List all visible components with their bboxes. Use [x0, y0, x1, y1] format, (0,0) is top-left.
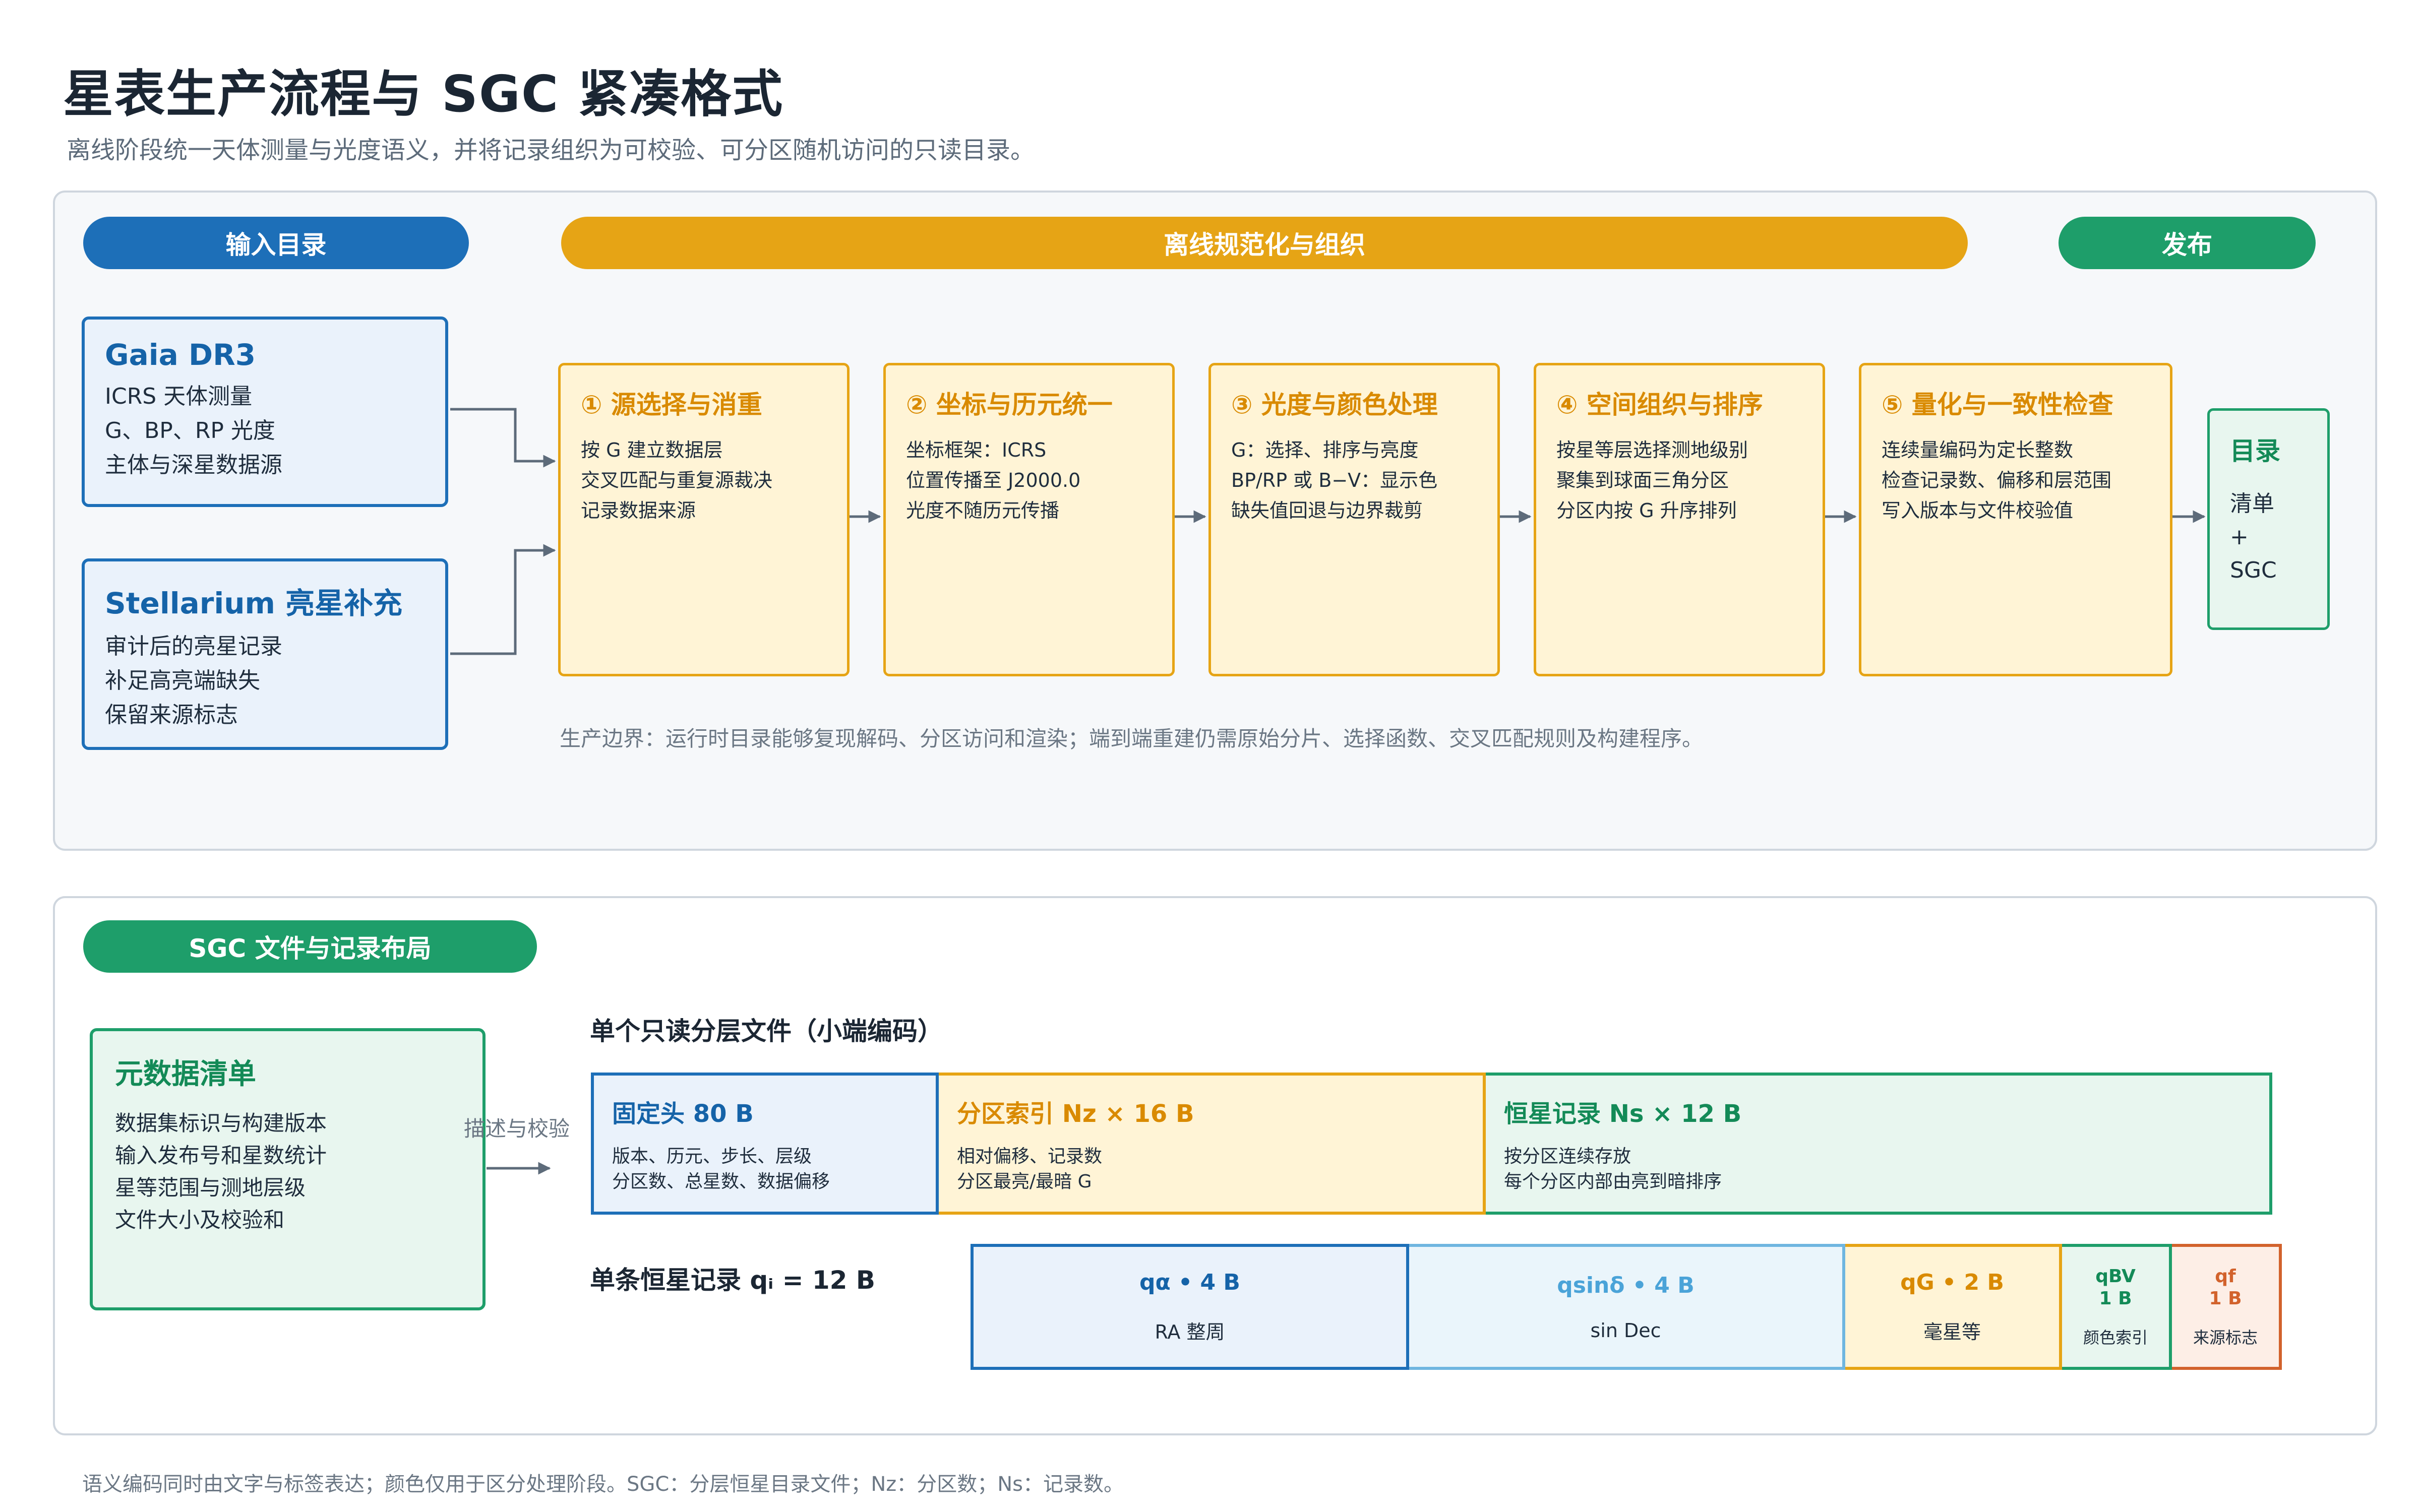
step-title: ② 坐标与历元统一 [906, 390, 1113, 419]
record-heading: 单条恒星记录 qᵢ = 12 B [590, 1266, 875, 1295]
output-line: 清单 [2230, 491, 2274, 517]
output-catalog: 目录 清单 + SGC [2207, 408, 2330, 630]
page-title: 星表生产流程与 SGC 紧凑格式 [63, 65, 784, 123]
footnote: 语义编码同时由文字与标签表达；颜色仅用于区分处理阶段。SGC：分层恒星目录文件；… [82, 1473, 1124, 1496]
field-q-g: qG • 2 B 毫星等 [1845, 1244, 2062, 1370]
segment-line: 版本、历元、步长、层级 [612, 1146, 812, 1167]
step-line: 记录数据来源 [581, 499, 696, 522]
step-quantization-check: ⑤ 量化与一致性检查 连续量编码为定长整数 检查记录数、偏移和层范围 写入版本与… [1859, 363, 2172, 676]
step-line: 检查记录数、偏移和层范围 [1882, 469, 2112, 491]
output-title: 目录 [2230, 436, 2280, 466]
field-q-bv: qBV 1 B 颜色索引 [2062, 1244, 2172, 1370]
field-title: qα • 4 B [1139, 1270, 1240, 1295]
stage-input-label: 输入目录 [83, 217, 469, 269]
segment-title: 固定头 80 B [612, 1100, 754, 1128]
source-title: Stellarium 亮星补充 [105, 586, 403, 620]
metadata-line: 文件大小及校验和 [115, 1208, 285, 1232]
output-line: + [2230, 524, 2249, 550]
step-coordinate-epoch: ② 坐标与历元统一 坐标框架：ICRS 位置传播至 J2000.0 光度不随历元… [883, 363, 1175, 676]
source-line: 保留来源标志 [105, 702, 238, 728]
source-line: 补足高亮端缺失 [105, 668, 260, 694]
field-title: qf 1 B [2209, 1266, 2242, 1309]
step-photometry-color: ③ 光度与颜色处理 G：选择、排序与亮度 BP/RP 或 B−V：显示色 缺失值… [1208, 363, 1500, 676]
segment-zone-index: 分区索引 Nz × 16 B 相对偏移、记录数 分区最亮/最暗 G [939, 1073, 1486, 1215]
step-line: 缺失值回退与边界裁剪 [1231, 499, 1423, 522]
segment-line: 分区最亮/最暗 G [957, 1171, 1092, 1192]
step-line: 连续量编码为定长整数 [1882, 439, 2074, 461]
segment-title: 分区索引 Nz × 16 B [957, 1100, 1194, 1128]
metadata-title: 元数据清单 [115, 1058, 256, 1091]
field-q-flag: qf 1 B 来源标志 [2172, 1244, 2282, 1370]
stage-offline-label: 离线规范化与组织 [561, 217, 1968, 269]
source-line: 审计后的亮星记录 [105, 634, 282, 659]
field-desc: 毫星等 [1923, 1321, 1981, 1343]
production-boundary-note: 生产边界：运行时目录能够复现解码、分区访问和渲染；端到端重建仍需原始分片、选择函… [560, 726, 1704, 751]
step-line: 写入版本与文件校验值 [1882, 499, 2074, 522]
segment-title: 恒星记录 Ns × 12 B [1504, 1100, 1742, 1128]
source-stellarium: Stellarium 亮星补充 审计后的亮星记录 补足高亮端缺失 保留来源标志 [82, 558, 448, 750]
segment-line: 每个分区内部由亮到暗排序 [1504, 1171, 1722, 1192]
step-title: ③ 光度与颜色处理 [1231, 390, 1438, 419]
output-line: SGC [2230, 557, 2277, 583]
step-line: G：选择、排序与亮度 [1231, 439, 1419, 461]
metadata-line: 输入发布号和星数统计 [115, 1143, 327, 1168]
field-title: qG • 2 B [1900, 1270, 2004, 1295]
step-line: 交叉匹配与重复源裁决 [581, 469, 773, 491]
step-title: ④ 空间组织与排序 [1556, 390, 1763, 419]
segment-star-records: 恒星记录 Ns × 12 B 按分区连续存放 每个分区内部由亮到暗排序 [1486, 1073, 2272, 1215]
field-q-sin-delta: qsinδ • 4 B sin Dec [1409, 1244, 1845, 1370]
field-desc: 颜色索引 [2083, 1328, 2148, 1347]
source-title: Gaia DR3 [105, 338, 256, 372]
step-spatial-organization: ④ 空间组织与排序 按星等层选择测地级别 聚集到球面三角分区 分区内按 G 升序… [1534, 363, 1825, 676]
stage-publish-label: 发布 [2059, 217, 2316, 269]
metadata-manifest: 元数据清单 数据集标识与构建版本 输入发布号和星数统计 星等范围与测地层级 文件… [90, 1028, 486, 1310]
step-line: BP/RP 或 B−V：显示色 [1231, 469, 1438, 491]
field-desc: RA 整周 [1155, 1321, 1225, 1343]
layout-section-label: SGC 文件与记录布局 [83, 920, 537, 973]
page-subtitle: 离线阶段统一天体测量与光度语义，并将记录组织为可校验、可分区随机访问的只读目录。 [67, 136, 1035, 164]
source-line: ICRS 天体测量 [105, 384, 253, 409]
step-line: 按星等层选择测地级别 [1556, 439, 1748, 461]
step-title: ⑤ 量化与一致性检查 [1882, 390, 2113, 419]
step-line: 按 G 建立数据层 [581, 439, 723, 461]
field-desc: 来源标志 [2193, 1328, 2258, 1347]
segment-fixed-header: 固定头 80 B 版本、历元、步长、层级 分区数、总星数、数据偏移 [591, 1073, 939, 1215]
metadata-line: 数据集标识与构建版本 [115, 1111, 327, 1136]
source-gaia: Gaia DR3 ICRS 天体测量 G、BP、RP 光度 主体与深星数据源 [82, 317, 448, 507]
segment-line: 按分区连续存放 [1504, 1146, 1631, 1167]
step-line: 光度不随历元传播 [906, 499, 1060, 522]
field-title: qsinδ • 4 B [1557, 1272, 1695, 1298]
file-heading: 单个只读分层文件（小端编码） [590, 1017, 943, 1046]
field-desc: sin Dec [1590, 1319, 1661, 1342]
step-line: 聚集到球面三角分区 [1556, 469, 1729, 491]
source-line: G、BP、RP 光度 [105, 418, 275, 444]
step-line: 分区内按 G 升序排列 [1556, 499, 1737, 522]
segment-line: 相对偏移、记录数 [957, 1146, 1103, 1167]
step-title: ① 源选择与消重 [581, 390, 762, 419]
source-line: 主体与深星数据源 [105, 452, 282, 478]
field-q-alpha: qα • 4 B RA 整周 [971, 1244, 1409, 1370]
step-line: 位置传播至 J2000.0 [906, 469, 1081, 491]
metadata-line: 星等范围与测地层级 [115, 1175, 306, 1200]
describe-verify-label: 描述与校验 [464, 1116, 570, 1141]
step-source-selection: ① 源选择与消重 按 G 建立数据层 交叉匹配与重复源裁决 记录数据来源 [558, 363, 850, 676]
segment-line: 分区数、总星数、数据偏移 [612, 1171, 830, 1192]
step-line: 坐标框架：ICRS [906, 439, 1047, 461]
field-title: qBV 1 B [2095, 1266, 2136, 1309]
